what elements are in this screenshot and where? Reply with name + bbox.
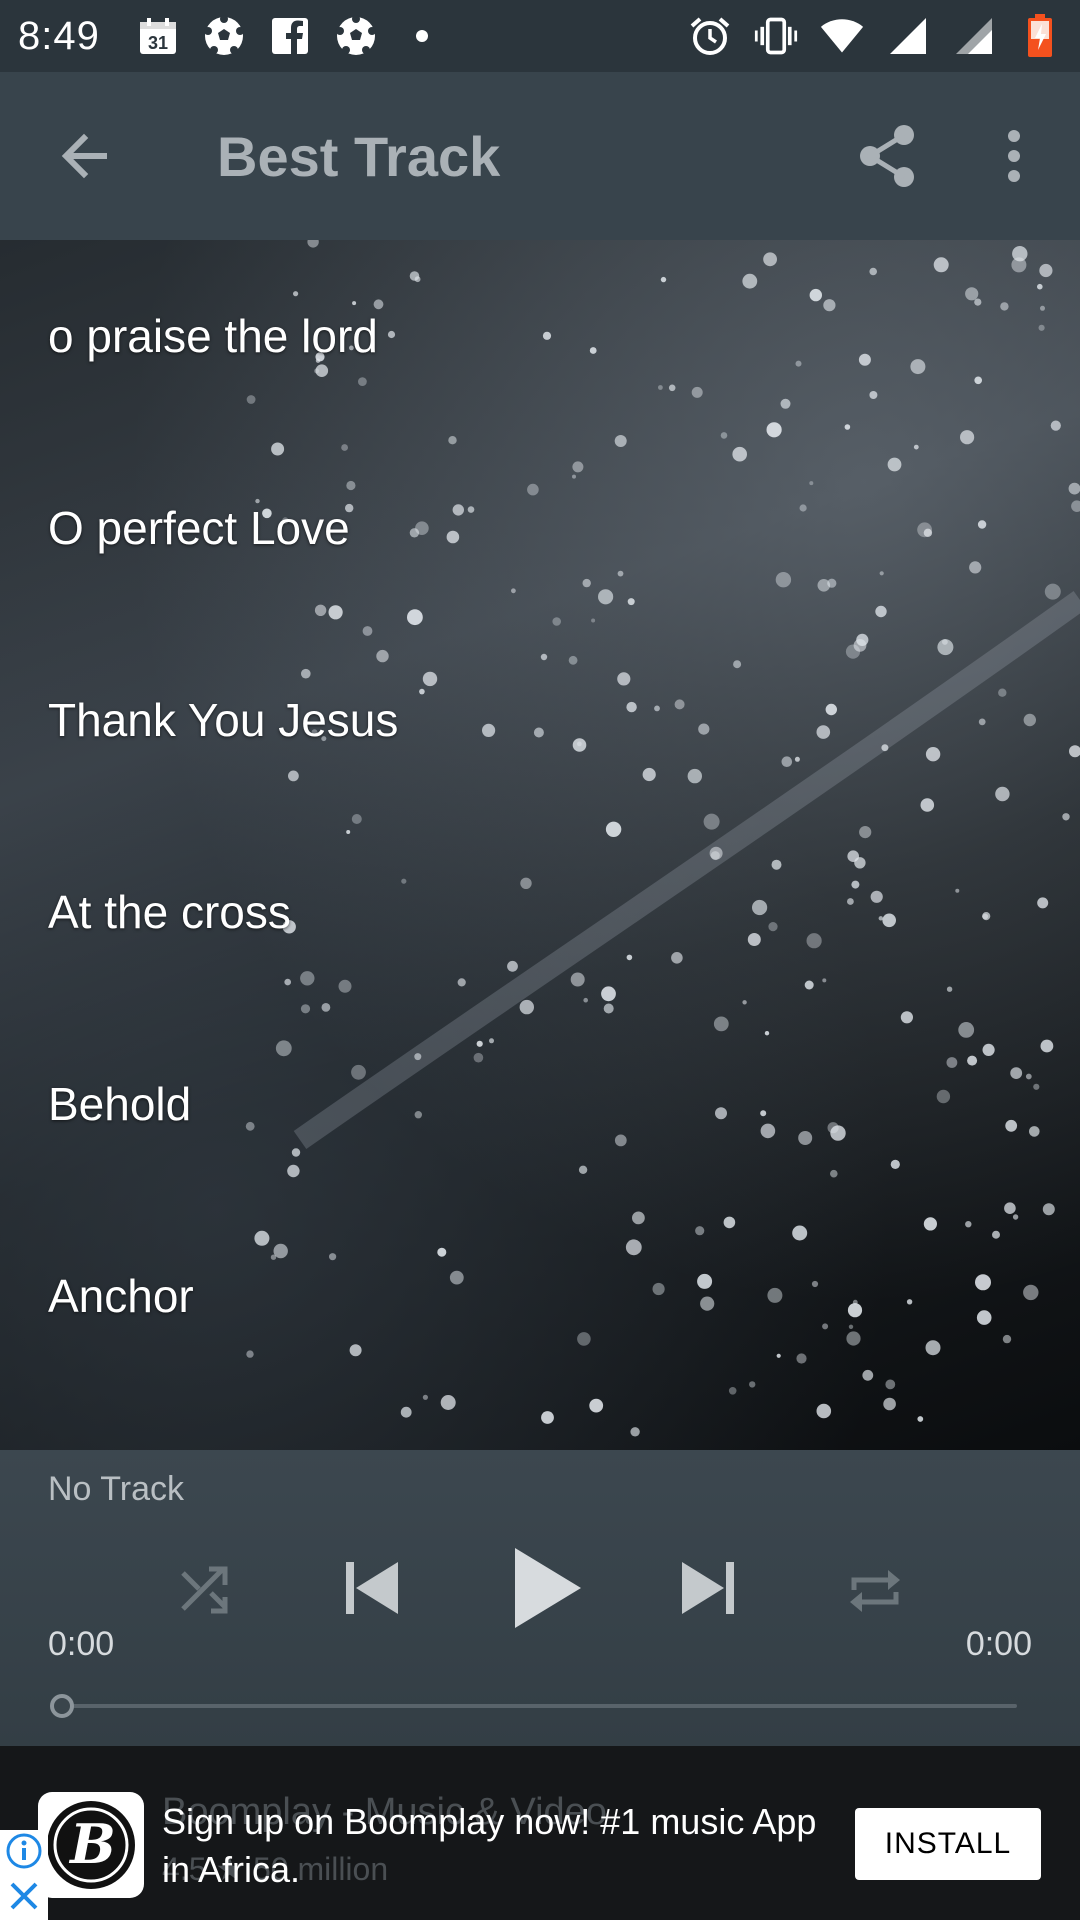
seek-thumb[interactable] [50,1694,74,1718]
share-button[interactable] [850,120,926,196]
time-total: 0:00 [965,1625,1032,1663]
boomplay-logo: B [47,1801,135,1889]
water-drop [816,1403,832,1419]
share-icon [858,123,918,194]
water-drop [917,1416,924,1422]
signal-icon [952,14,996,58]
track-label: o praise the lord [48,310,378,362]
track-label: Behold [48,1078,192,1130]
soccer-ball-icon [334,14,378,58]
svg-text:B: B [68,1812,116,1876]
vibrate-icon [754,14,798,58]
repeat-icon [846,1562,904,1625]
ad-app-logo[interactable]: B [38,1792,144,1898]
track-item[interactable]: o praise the lord [0,240,1080,432]
arrow-back-icon [56,128,112,189]
status-right-icons [688,14,1062,58]
water-drop [400,1406,412,1418]
track-label: Anchor [48,1270,194,1322]
screen: 8:49 31 Best Track o praise the lord O p… [0,0,1080,1920]
play-button[interactable] [500,1540,596,1640]
track-label: O perfect Love [48,502,350,554]
ad-choices[interactable] [0,1830,48,1920]
signal-icon [886,14,930,58]
water-drop [541,1411,554,1424]
dot-icon [400,14,444,58]
battery-charging-icon [1018,14,1062,58]
skip-next-icon [676,1556,740,1625]
soccer-ball-icon [202,14,246,58]
calendar-icon: 31 [136,14,180,58]
more-vert-icon [1004,128,1024,189]
app-bar: Best Track [0,72,1080,240]
track-label: Thank You Jesus [48,694,399,746]
install-button[interactable]: INSTALL [855,1808,1041,1880]
shuffle-button[interactable] [172,1560,238,1626]
ad-text[interactable]: Sign up on Boomplay now! #1 music App in… [162,1798,842,1894]
water-drop [883,1397,896,1411]
calendar-day: 31 [148,33,168,53]
track-label: At the cross [48,886,291,938]
seek-bar[interactable] [62,1704,1017,1708]
facebook-icon [268,14,312,58]
wifi-icon [820,14,864,58]
track-item[interactable]: Behold [0,1008,1080,1200]
shuffle-icon [177,1563,233,1624]
water-drop [440,1395,456,1410]
repeat-button[interactable] [842,1560,908,1626]
alarm-icon [688,14,732,58]
time-elapsed: 0:00 [48,1625,115,1663]
status-time: 8:49 [18,13,100,58]
track-item[interactable]: O perfect Love [0,432,1080,624]
water-drop [422,1394,428,1400]
status-left-icons: 31 [136,14,444,58]
track-item[interactable]: Anchor [0,1200,1080,1392]
next-button[interactable] [668,1550,748,1630]
player-panel: No Track 0:00 0:00 [0,1450,1080,1746]
now-playing-label: No Track [48,1470,185,1508]
close-icon[interactable] [7,1879,41,1918]
water-drop [589,1398,604,1413]
track-item[interactable]: Thank You Jesus [0,624,1080,816]
info-icon[interactable] [5,1832,43,1875]
skip-previous-icon [340,1556,404,1625]
more-options-button[interactable] [990,120,1038,196]
status-bar: 8:49 31 [0,0,1080,72]
previous-button[interactable] [332,1550,412,1630]
page-title: Best Track [217,125,501,188]
back-button[interactable] [48,122,120,194]
water-drop [630,1427,640,1437]
track-item[interactable]: At the cross [0,816,1080,1008]
track-list-area: o praise the lord O perfect Love Thank Y… [0,240,1080,1450]
play-icon [511,1544,585,1637]
